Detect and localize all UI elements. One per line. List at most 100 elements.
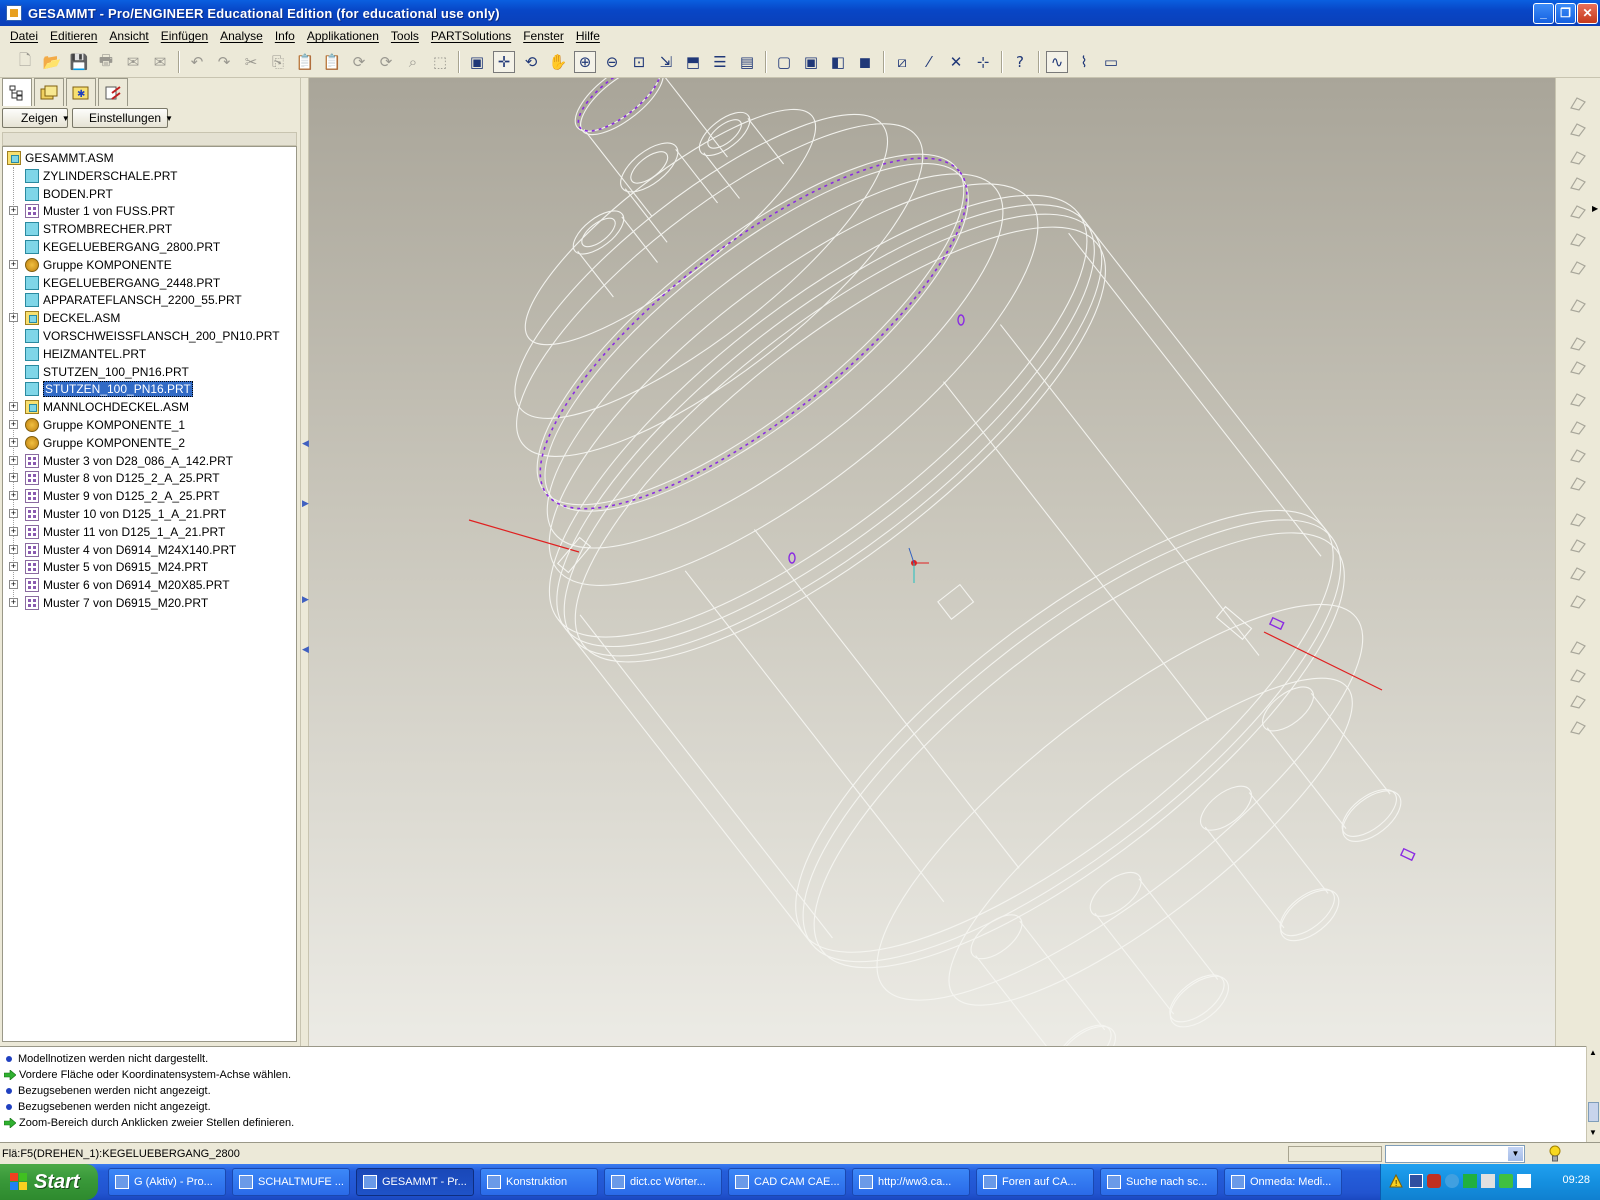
- tree-item[interactable]: Muster 5 von D6915_M24.PRT: [25, 558, 208, 576]
- datum-planes-button[interactable]: ⧄: [891, 51, 913, 73]
- expand-icon[interactable]: +: [9, 562, 18, 572]
- pipe-tool-button[interactable]: ⌇: [1073, 51, 1095, 73]
- tree-item[interactable]: Gruppe KOMPONENTE_2: [25, 434, 185, 452]
- mirror-icon[interactable]: [1568, 564, 1588, 582]
- expand-icon[interactable]: +: [9, 420, 18, 429]
- expand-icon[interactable]: +: [9, 598, 18, 607]
- selection-filter-dropdown[interactable]: ▼: [1385, 1145, 1525, 1163]
- volume-icon[interactable]: [1517, 1174, 1531, 1188]
- expand-icon[interactable]: +: [9, 580, 18, 590]
- chamfer-icon[interactable]: [1568, 510, 1588, 528]
- graphics-viewport[interactable]: [309, 78, 1555, 1046]
- extrude-icon[interactable]: [1568, 334, 1588, 352]
- tab-favorites[interactable]: ✱: [66, 78, 96, 106]
- expand-icon[interactable]: +: [9, 259, 18, 269]
- repaint-button[interactable]: ▣: [466, 51, 488, 73]
- refit-button[interactable]: ⊡: [628, 51, 650, 73]
- menu-editieren[interactable]: Editieren: [44, 29, 103, 43]
- copy-button[interactable]: ⎘: [267, 51, 289, 73]
- lightbulb-icon[interactable]: [1548, 1145, 1562, 1163]
- expand-icon[interactable]: +: [9, 473, 18, 483]
- spin-center-button[interactable]: ✛: [493, 51, 515, 73]
- datum-points-button[interactable]: ✕: [945, 51, 967, 73]
- pan-button[interactable]: ✋: [547, 51, 569, 73]
- tree-item[interactable]: Muster 11 von D125_1_A_21.PRT: [25, 523, 225, 541]
- offset-icon[interactable]: [1568, 718, 1588, 736]
- restore-button[interactable]: ❐: [1555, 3, 1576, 24]
- new-file-button[interactable]: 🗋: [14, 51, 36, 73]
- hidden-line-button[interactable]: ▣: [800, 51, 822, 73]
- warning-icon[interactable]: !: [1389, 1174, 1403, 1188]
- tab-model-tree[interactable]: [2, 78, 32, 106]
- scroll-down-icon[interactable]: ▼: [1589, 1128, 1597, 1137]
- csys-button[interactable]: ⊹: [972, 51, 994, 73]
- expand-right-icon[interactable]: ▶: [302, 594, 309, 605]
- plane-icon[interactable]: [1568, 120, 1588, 138]
- menu-tools[interactable]: Tools: [385, 29, 425, 43]
- context-help-button[interactable]: ?: [1009, 51, 1031, 73]
- redo-button[interactable]: ↷: [213, 51, 235, 73]
- shading-button[interactable]: ◼: [854, 51, 876, 73]
- print-button[interactable]: 🖶: [95, 51, 117, 73]
- network-icon[interactable]: [1409, 1174, 1423, 1188]
- expand-icon[interactable]: +: [9, 313, 18, 323]
- update-icon[interactable]: [1499, 1174, 1513, 1188]
- revolve-icon[interactable]: [1568, 358, 1588, 376]
- display-icon[interactable]: [1481, 1174, 1495, 1188]
- tree-item[interactable]: KEGELUEBERGANG_2448.PRT: [25, 274, 220, 292]
- expand-icon[interactable]: +: [9, 437, 18, 447]
- taskbar-button[interactable]: Konstruktion: [480, 1168, 598, 1196]
- zoom-out-button[interactable]: ⊖: [601, 51, 623, 73]
- tree-item[interactable]: HEIZMANTEL.PRT: [25, 345, 146, 363]
- orient-mode-button[interactable]: ⟲: [520, 51, 542, 73]
- menu-einfügen[interactable]: Einfügen: [155, 29, 214, 43]
- tree-item[interactable]: GESAMMT.ASM: [7, 149, 114, 167]
- sketch-tool-button[interactable]: ∿: [1046, 51, 1068, 73]
- expand-icon[interactable]: +: [9, 402, 18, 412]
- tree-item[interactable]: Muster 1 von FUSS.PRT: [25, 202, 175, 220]
- start-button[interactable]: Start: [0, 1164, 98, 1200]
- collapse-left-icon[interactable]: ◀: [302, 438, 309, 449]
- panel-splitter[interactable]: ◀ ▶ ▶ ◀: [300, 78, 309, 1046]
- tree-item[interactable]: APPARATEFLANSCH_2200_55.PRT: [25, 291, 242, 309]
- tree-item[interactable]: Muster 8 von D125_2_A_25.PRT: [25, 469, 220, 487]
- view-manager-button[interactable]: ▤: [736, 51, 758, 73]
- scroll-thumb[interactable]: [1588, 1102, 1599, 1122]
- taskbar-button[interactable]: Suche nach sc...: [1100, 1168, 1218, 1196]
- settings-dropdown[interactable]: Einstellungen ▼: [72, 108, 173, 128]
- mail-attach-button[interactable]: ✉: [149, 51, 171, 73]
- minimize-button[interactable]: _: [1533, 3, 1554, 24]
- csys-icon[interactable]: [1568, 230, 1588, 248]
- tree-item[interactable]: Muster 9 von D125_2_A_25.PRT: [25, 487, 220, 505]
- expand-icon[interactable]: +: [9, 544, 18, 554]
- taskbar-button[interactable]: SCHALTMUFE ...: [232, 1168, 350, 1196]
- taskbar-button[interactable]: GESAMMT - Pr...: [356, 1168, 474, 1196]
- tree-item[interactable]: Gruppe KOMPONENTE: [25, 256, 172, 274]
- menu-info[interactable]: Info: [269, 29, 301, 43]
- regenerate-button[interactable]: ⟳: [348, 51, 370, 73]
- taskbar-button[interactable]: dict.cc Wörter...: [604, 1168, 722, 1196]
- display-button[interactable]: ▭: [1100, 51, 1122, 73]
- system-clock[interactable]: 09:28: [1562, 1174, 1590, 1186]
- menu-analyse[interactable]: Analyse: [214, 29, 269, 43]
- taskbar-button[interactable]: G (Aktiv) - Pro...: [108, 1168, 226, 1196]
- menu-partsolutions[interactable]: PARTSolutions: [425, 29, 517, 43]
- save-button[interactable]: 💾: [68, 51, 90, 73]
- merge-icon[interactable]: [1568, 592, 1588, 610]
- regen-manager-button[interactable]: ⟳: [375, 51, 397, 73]
- find-button[interactable]: ⌕: [402, 51, 424, 73]
- tree-item[interactable]: ZYLINDERSCHALE.PRT: [25, 167, 177, 185]
- undo-button[interactable]: ↶: [186, 51, 208, 73]
- reorient-button[interactable]: ⇲: [655, 51, 677, 73]
- taskbar-button[interactable]: http://ww3.ca...: [852, 1168, 970, 1196]
- tab-connections[interactable]: [98, 78, 128, 106]
- expand-icon[interactable]: +: [9, 206, 18, 216]
- menu-hilfe[interactable]: Hilfe: [570, 29, 606, 43]
- expand-icon[interactable]: +: [9, 491, 18, 501]
- tree-item[interactable]: KEGELUEBERGANG_2800.PRT: [25, 238, 220, 256]
- cad-model-wireframe[interactable]: [309, 78, 1555, 1046]
- tab-folder-browser[interactable]: [34, 78, 64, 106]
- expand-icon[interactable]: +: [9, 509, 18, 518]
- antivirus-icon[interactable]: [1427, 1174, 1441, 1188]
- pattern-icon[interactable]: [1568, 666, 1588, 684]
